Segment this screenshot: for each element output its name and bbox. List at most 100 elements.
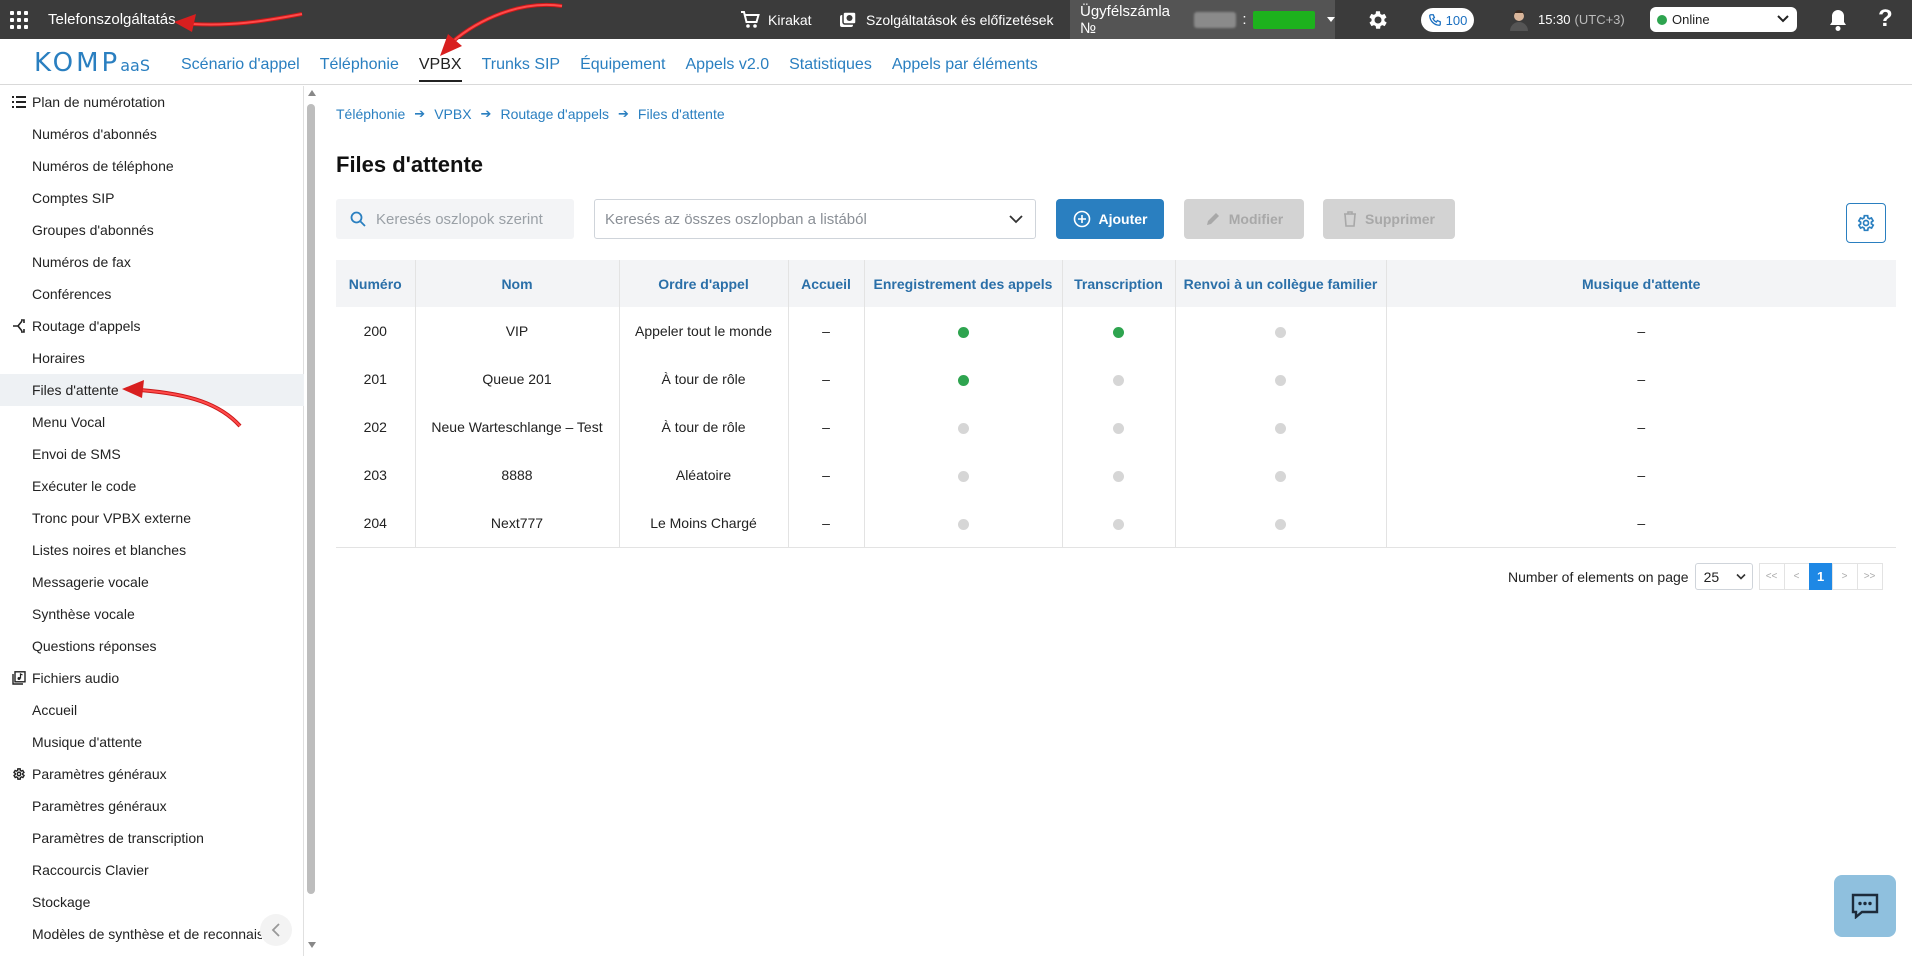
user-clock[interactable]: 15:30 (UTC+3) [1508, 0, 1625, 39]
service-title[interactable]: Telefonszolgáltatás [48, 11, 176, 28]
sidebar-item-send-sms[interactable]: Envoi de SMS [0, 438, 304, 470]
cell-forward-colleague [1175, 355, 1387, 403]
first-page-button[interactable]: << [1758, 563, 1785, 590]
sidebar-item-greeting[interactable]: Accueil [0, 694, 304, 726]
notifications-button[interactable] [1827, 8, 1849, 36]
col-call-recording[interactable]: Enregistrement des appels [864, 260, 1063, 307]
calls-count: 100 [1445, 12, 1468, 28]
status-select[interactable]: Online [1650, 7, 1797, 32]
sidebar-item-fax-numbers[interactable]: Numéros de fax [0, 246, 304, 278]
current-page-button[interactable]: 1 [1808, 563, 1833, 590]
table-row[interactable]: 200 VIP Appeler tout le monde – – [336, 307, 1896, 355]
account-selector[interactable]: Ügyfélszámla № : [1070, 0, 1335, 39]
sidebar-item-conferences[interactable]: Conférences [0, 278, 304, 310]
sidebar-item-voicemail[interactable]: Messagerie vocale [0, 566, 304, 598]
table-row[interactable]: 204 Next777 Le Moins Chargé – – [336, 499, 1896, 548]
sidebar-group-dial-plan[interactable]: Plan de numérotation [0, 86, 304, 118]
cell-call-order: À tour de rôle [619, 403, 789, 451]
sidebar-item-speech-synthesis[interactable]: Synthèse vocale [0, 598, 304, 630]
shop-link[interactable]: Kirakat [740, 0, 812, 39]
tab-statistics[interactable]: Statistiques [789, 42, 872, 82]
apps-grid-icon[interactable] [10, 11, 28, 29]
sidebar-item-subscriber-numbers[interactable]: Numéros d'abonnés [0, 118, 304, 150]
col-call-order[interactable]: Ordre d'appel [619, 260, 789, 307]
cell-greeting: – [788, 355, 865, 403]
main-nav-tabs: Scénario d'appel Téléphonie VPBX Trunks … [181, 39, 1058, 85]
status-on-dot-icon [1113, 326, 1124, 338]
sidebar-scrollbar-thumb[interactable] [307, 104, 315, 894]
sidebar-item-phone-numbers[interactable]: Numéros de téléphone [0, 150, 304, 182]
sidebar-item-label: Paramètres généraux [32, 766, 167, 782]
help-question-icon[interactable]: ? [1878, 5, 1893, 33]
calls-badge[interactable]: 100 [1421, 8, 1474, 32]
cell-greeting: – [788, 499, 865, 548]
breadcrumb-queues[interactable]: Files d'attente [638, 106, 725, 122]
col-greeting[interactable]: Accueil [788, 260, 865, 307]
col-name[interactable]: Nom [415, 260, 620, 307]
tab-calls-v2[interactable]: Appels v2.0 [686, 42, 770, 82]
subscriptions-link[interactable]: Szolgáltatások és előfizetések [838, 0, 1054, 39]
sidebar-item-transcription-settings[interactable]: Paramètres de transcription [0, 822, 304, 854]
sidebar-group-audio-files[interactable]: Fichiers audio [0, 662, 304, 694]
add-button[interactable]: Ajouter [1056, 199, 1164, 239]
table-header-row: Numéro Nom Ordre d'appel Accueil Enregis… [336, 260, 1896, 307]
cell-call-recording [864, 403, 1063, 451]
sidebar-group-general-settings[interactable]: Paramètres généraux [0, 758, 304, 790]
sidebar-item-voice-menu[interactable]: Menu Vocal [0, 406, 304, 438]
tab-equipment[interactable]: Équipement [580, 42, 665, 82]
sidebar-item-hold-music[interactable]: Musique d'attente [0, 726, 304, 758]
col-hold-music[interactable]: Musique d'attente [1386, 260, 1896, 307]
delete-button[interactable]: Supprimer [1323, 199, 1455, 239]
col-number[interactable]: Numéro [336, 260, 416, 307]
breadcrumb-call-routing[interactable]: Routage d'appels [500, 106, 609, 122]
breadcrumb-vpbx[interactable]: VPBX [434, 106, 471, 122]
table-row[interactable]: 202 Neue Warteschlange – Test À tour de rô… [336, 403, 1896, 451]
sidebar-item-execute-code[interactable]: Exécuter le code [0, 470, 304, 502]
col-transcription[interactable]: Transcription [1062, 260, 1176, 307]
logo[interactable]: KOMPaaS [34, 48, 150, 78]
sidebar-item-queues[interactable]: Files d'attente [0, 374, 304, 406]
sidebar-group-call-routing[interactable]: Routage d'appels [0, 310, 304, 342]
col-forward-colleague[interactable]: Renvoi à un collègue familier [1175, 260, 1387, 307]
sidebar-item-sip-accounts[interactable]: Comptes SIP [0, 182, 304, 214]
table-row[interactable]: 203 8888 Aléatoire – – [336, 451, 1896, 499]
sidebar-item-synthesis-models[interactable]: Modèles de synthèse et de reconnais [0, 918, 262, 950]
breadcrumb-telephony[interactable]: Téléphonie [336, 106, 405, 122]
cell-call-recording [864, 499, 1063, 548]
online-dot-icon [1657, 14, 1667, 25]
cell-call-order: À tour de rôle [619, 355, 789, 403]
table-row[interactable]: 201 Queue 201 À tour de rôle – – [336, 355, 1896, 403]
sidebar-item-schedules[interactable]: Horaires [0, 342, 304, 374]
edit-button[interactable]: Modifier [1184, 199, 1304, 239]
tab-telephony[interactable]: Téléphonie [320, 42, 399, 82]
sidebar-item-black-white-lists[interactable]: Listes noires et blanches [0, 534, 304, 566]
sidebar-item-general-settings[interactable]: Paramètres généraux [0, 790, 304, 822]
tab-sip-trunks[interactable]: Trunks SIP [482, 42, 561, 82]
search-icon [350, 211, 366, 227]
global-search-select[interactable]: Keresés az összes oszlopban a listából [594, 199, 1036, 239]
sidebar-item-subscriber-groups[interactable]: Groupes d'abonnés [0, 214, 304, 246]
cell-greeting: – [788, 307, 865, 355]
column-search-input[interactable]: Keresés oszlopok szerint [336, 199, 574, 239]
sidebar-item-storage[interactable]: Stockage [0, 886, 304, 918]
avatar [1510, 9, 1528, 31]
sidebar-item-questions-answers[interactable]: Questions réponses [0, 630, 304, 662]
sidebar-item-external-trunk[interactable]: Tronc pour VPBX externe [0, 502, 304, 534]
scroll-down-arrow-icon[interactable] [308, 942, 316, 948]
tab-vpbx[interactable]: VPBX [418, 42, 462, 82]
list-icon [12, 96, 26, 108]
table-settings-button[interactable] [1846, 203, 1886, 243]
pagination: Number of elements on page 25 << < 1 > >… [1508, 563, 1883, 590]
next-page-button[interactable]: > [1831, 563, 1858, 590]
settings-gear-button[interactable] [1366, 8, 1390, 36]
tab-calls-by-element[interactable]: Appels par éléments [892, 42, 1038, 82]
scroll-up-arrow-icon[interactable] [308, 90, 316, 96]
page-size-select[interactable]: 25 [1694, 563, 1753, 590]
sidebar-item-keyboard-shortcuts[interactable]: Raccourcis Clavier [0, 854, 304, 886]
cell-name: 8888 [415, 451, 620, 499]
collapse-sidebar-button[interactable] [260, 914, 292, 946]
last-page-button[interactable]: >> [1856, 563, 1883, 590]
chat-support-button[interactable] [1834, 875, 1896, 937]
tab-call-scenario[interactable]: Scénario d'appel [181, 42, 300, 82]
prev-page-button[interactable]: < [1783, 563, 1810, 590]
